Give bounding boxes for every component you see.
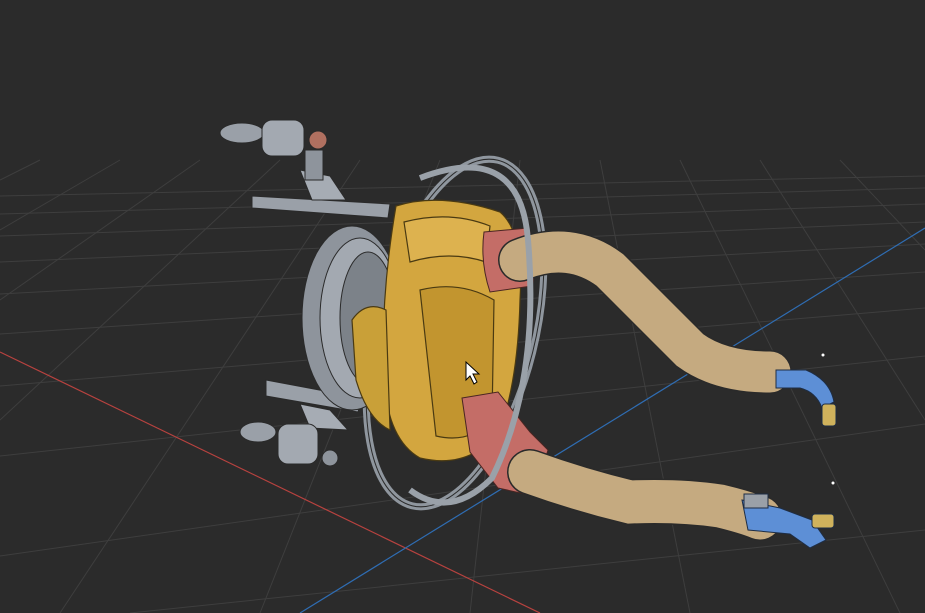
vertex-marker [821,353,825,357]
vertex-marker [831,481,835,485]
viewport-canvas[interactable] [0,0,925,613]
3d-viewport[interactable] [0,0,925,613]
